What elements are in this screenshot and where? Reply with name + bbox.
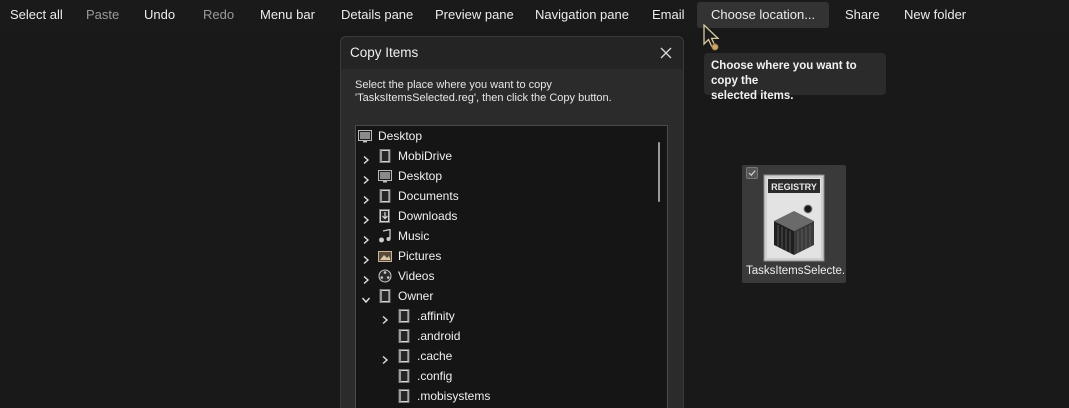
- chevron-right-icon[interactable]: [361, 151, 371, 165]
- tree-item-label: .cache: [417, 349, 453, 363]
- tree-item-label: .affinity: [417, 309, 455, 323]
- folder-icon: [378, 149, 392, 163]
- tree-item-label: .android: [417, 329, 461, 343]
- dialog-instructions: Select the place where you want to copy …: [355, 79, 655, 105]
- tree-item-label: Pictures: [398, 249, 442, 263]
- tooltip-line-1: Choose where you want to copy the: [711, 60, 857, 87]
- file-name: TasksItemsSelecte...: [746, 265, 844, 277]
- chevron-right-icon[interactable]: [380, 311, 390, 325]
- redo-button[interactable]: Redo: [203, 2, 234, 28]
- tooltip-line-2: selected items.: [711, 90, 794, 102]
- tree-item[interactable]: .cache: [356, 346, 656, 366]
- mouse-cursor-icon: [703, 24, 720, 51]
- tree-item-label: Documents: [398, 189, 459, 203]
- menu-bar-button[interactable]: Menu bar: [260, 2, 315, 28]
- tree-item-label: Desktop: [398, 169, 443, 183]
- chevron-right-icon[interactable]: [380, 351, 390, 365]
- videos-icon: [378, 269, 392, 283]
- pictures-icon: [378, 249, 392, 263]
- tree-item-label: .mobisystems: [417, 389, 491, 403]
- tree-item-label: Downloads: [398, 209, 458, 223]
- tree-item-label: Videos: [398, 269, 435, 283]
- desktop-icon: [378, 169, 392, 183]
- chevron-down-icon[interactable]: [361, 291, 371, 304]
- close-icon[interactable]: [655, 42, 677, 64]
- instruction-line-1: Select the place where you want to copy: [355, 79, 552, 91]
- tree-item[interactable]: .config: [356, 366, 656, 386]
- instruction-line-2: 'TasksItemsSelected.reg', then click the…: [355, 92, 612, 104]
- tree-item[interactable]: Documents: [356, 186, 656, 206]
- chevron-right-icon[interactable]: [361, 191, 371, 205]
- paste-button[interactable]: Paste: [86, 2, 119, 28]
- dialog-titlebar[interactable]: Copy Items: [341, 37, 683, 69]
- tree-item-label: .config: [417, 369, 453, 383]
- folder-icon: [397, 349, 411, 363]
- tree-item[interactable]: .android: [356, 326, 656, 346]
- tree-item[interactable]: MobiDrive: [356, 146, 656, 166]
- share-button[interactable]: Share: [845, 2, 880, 28]
- folder-icon: [397, 369, 411, 383]
- tree-item[interactable]: Owner: [356, 286, 656, 306]
- chevron-right-icon[interactable]: [361, 271, 371, 285]
- tree-item[interactable]: Desktop: [356, 166, 656, 186]
- navigation-pane-button[interactable]: Navigation pane: [535, 2, 629, 28]
- tree-scrollbar[interactable]: [658, 142, 660, 202]
- chevron-right-icon[interactable]: [361, 251, 371, 265]
- tree-item-label: Owner: [398, 289, 434, 303]
- registry-file-icon: REGISTRY: [763, 174, 825, 262]
- chevron-right-icon[interactable]: [361, 171, 371, 185]
- choose-location-tooltip: Choose where you want to copy the select…: [704, 53, 886, 102]
- desktop-icon: [358, 129, 372, 143]
- tree-item[interactable]: .affinity: [356, 306, 656, 326]
- tree-item[interactable]: Pictures: [356, 246, 656, 266]
- folder-icon: [397, 389, 411, 403]
- command-bar: Select all Paste Undo Redo Menu bar Deta…: [0, 0, 1069, 30]
- preview-pane-button[interactable]: Preview pane: [435, 2, 514, 28]
- registry-icon-text: REGISTRY: [771, 182, 817, 192]
- dialog-title: Copy Items: [350, 45, 419, 60]
- folder-tree[interactable]: Desktop MobiDrive Desktop Documents Download…: [355, 125, 668, 408]
- new-folder-button[interactable]: New folder: [904, 2, 966, 28]
- tree-item[interactable]: Desktop: [356, 126, 656, 146]
- folder-icon: [378, 289, 392, 303]
- tree-item[interactable]: .mobisystems: [356, 386, 656, 406]
- file-explorer-window: Select all Paste Undo Redo Menu bar Deta…: [0, 0, 1069, 408]
- tree-item-label: Music: [398, 229, 430, 243]
- undo-button[interactable]: Undo: [144, 2, 175, 28]
- documents-icon: [378, 189, 392, 203]
- music-icon: [378, 228, 392, 243]
- tree-item-label: Desktop: [378, 129, 423, 143]
- checkbox-icon[interactable]: [746, 167, 758, 179]
- details-pane-button[interactable]: Details pane: [341, 2, 413, 28]
- downloads-icon: [378, 209, 392, 223]
- tree-item[interactable]: Music: [356, 226, 656, 246]
- email-button[interactable]: Email: [652, 2, 685, 28]
- copy-items-dialog: Copy Items Select the place where you wa…: [340, 36, 684, 408]
- file-item[interactable]: REGISTRY TasksItemsSelecte...: [742, 165, 846, 283]
- chevron-right-icon[interactable]: [361, 231, 371, 245]
- chevron-right-icon[interactable]: [361, 211, 371, 225]
- tree-item-label: MobiDrive: [398, 149, 453, 163]
- tree-item[interactable]: Videos: [356, 266, 656, 286]
- folder-icon: [397, 329, 411, 343]
- folder-icon: [397, 309, 411, 323]
- tree-item[interactable]: Downloads: [356, 206, 656, 226]
- select-all-button[interactable]: Select all: [10, 2, 63, 28]
